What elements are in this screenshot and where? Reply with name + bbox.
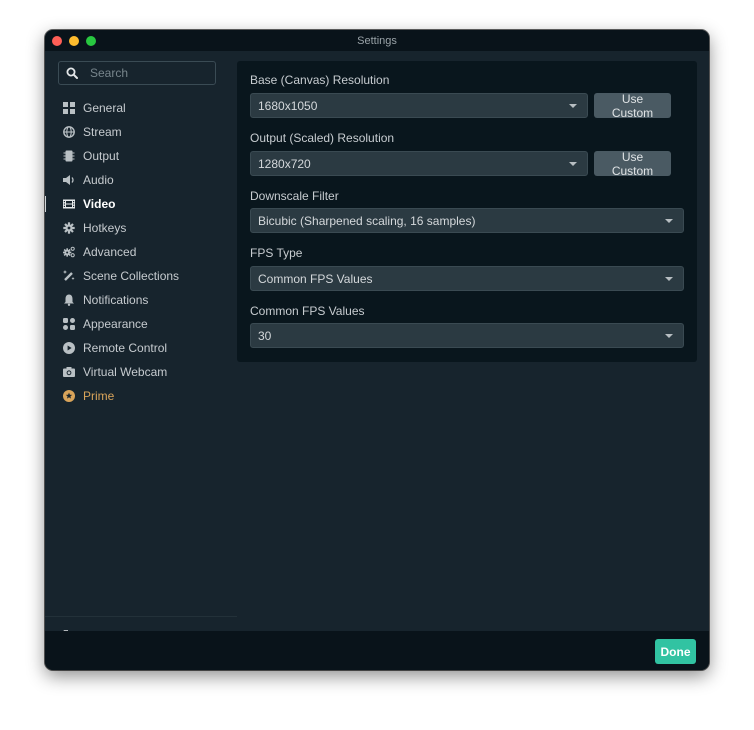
settings-window: Settings General Stream (45, 30, 709, 670)
speaker-icon (63, 174, 75, 186)
common-fps-label: Common FPS Values (250, 304, 365, 318)
video-settings-panel: Base (Canvas) Resolution 1680x1050 Use C… (237, 61, 697, 362)
chevron-down-icon (569, 162, 577, 166)
sidebar-item-audio[interactable]: Audio (45, 168, 237, 192)
sidebar-item-label: Appearance (83, 317, 148, 331)
sidebar-item-label: Stream (83, 125, 122, 139)
window-controls (52, 36, 96, 46)
palette-icon (63, 318, 75, 330)
sidebar-item-label: General (83, 101, 126, 115)
chevron-down-icon (665, 219, 673, 223)
sidebar-item-remote-control[interactable]: Remote Control (45, 336, 237, 360)
common-fps-value: 30 (258, 328, 272, 343)
fps-type-select[interactable]: Common FPS Values (250, 266, 684, 291)
sidebar-item-appearance[interactable]: Appearance (45, 312, 237, 336)
sidebar-item-general[interactable]: General (45, 96, 237, 120)
play-circle-icon (63, 342, 75, 354)
settings-footer: Done (45, 631, 709, 670)
prime-badge-icon (63, 390, 75, 402)
sidebar-item-video[interactable]: Video (45, 192, 237, 216)
globe-icon (63, 126, 75, 138)
output-resolution-select[interactable]: 1280x720 (250, 151, 588, 176)
camera-icon (63, 366, 75, 378)
common-fps-select[interactable]: 30 (250, 323, 684, 348)
base-resolution-select[interactable]: 1680x1050 (250, 93, 588, 118)
sidebar-item-output[interactable]: Output (45, 144, 237, 168)
sidebar-item-label: Audio (83, 173, 114, 187)
output-resolution-use-custom-button[interactable]: Use Custom (594, 150, 671, 178)
sidebar-item-label: Remote Control (83, 341, 168, 355)
output-resolution-label: Output (Scaled) Resolution (250, 131, 395, 145)
gears-icon (63, 246, 75, 258)
sidebar-item-label: Virtual Webcam (83, 365, 168, 379)
film-icon (63, 198, 75, 210)
title-bar: Settings (45, 30, 709, 51)
sidebar-item-virtual-webcam[interactable]: Virtual Webcam (45, 360, 237, 384)
grid-icon (63, 102, 75, 114)
search-box[interactable] (58, 61, 216, 85)
search-icon (66, 67, 78, 79)
base-resolution-value: 1680x1050 (258, 98, 318, 113)
chip-icon (63, 150, 75, 162)
sidebar-item-label: Output (83, 149, 120, 163)
sidebar-item-label: Notifications (83, 293, 149, 307)
magic-wand-icon (63, 270, 75, 282)
fps-type-label: FPS Type (250, 246, 303, 260)
sidebar-item-prime[interactable]: Prime (45, 384, 237, 408)
sidebar-item-advanced[interactable]: Advanced (45, 240, 237, 264)
done-button[interactable]: Done (655, 639, 696, 664)
sidebar-item-label: Prime (83, 389, 115, 403)
sidebar-item-label: Hotkeys (83, 221, 127, 235)
bell-icon (63, 294, 75, 306)
base-resolution-label: Base (Canvas) Resolution (250, 73, 390, 87)
sidebar-item-label: Video (83, 197, 116, 211)
search-input[interactable] (88, 65, 212, 81)
sidebar-item-scene-collections[interactable]: Scene Collections (45, 264, 237, 288)
sidebar-item-hotkeys[interactable]: Hotkeys (45, 216, 237, 240)
chevron-down-icon (665, 334, 673, 338)
close-window-button[interactable] (52, 36, 62, 46)
downscale-filter-label: Downscale Filter (250, 189, 339, 203)
downscale-filter-select[interactable]: Bicubic (Sharpened scaling, 16 samples) (250, 208, 684, 233)
sidebar-item-notifications[interactable]: Notifications (45, 288, 237, 312)
fps-type-value: Common FPS Values (258, 271, 373, 286)
downscale-filter-value: Bicubic (Sharpened scaling, 16 samples) (258, 213, 476, 228)
sidebar-divider (45, 616, 237, 617)
zoom-window-button[interactable] (86, 36, 96, 46)
gear-icon (63, 222, 75, 234)
window-title: Settings (357, 34, 397, 47)
settings-nav: General Stream Output Audio Video Hotkey… (45, 96, 237, 408)
chevron-down-icon (569, 104, 577, 108)
chevron-down-icon (665, 277, 673, 281)
output-resolution-value: 1280x720 (258, 156, 311, 171)
sidebar-item-label: Advanced (83, 245, 137, 259)
sidebar-item-label: Scene Collections (83, 269, 180, 283)
settings-sidebar: General Stream Output Audio (45, 51, 237, 643)
sidebar-item-stream[interactable]: Stream (45, 120, 237, 144)
base-resolution-use-custom-button[interactable]: Use Custom (594, 92, 671, 120)
minimize-window-button[interactable] (69, 36, 79, 46)
